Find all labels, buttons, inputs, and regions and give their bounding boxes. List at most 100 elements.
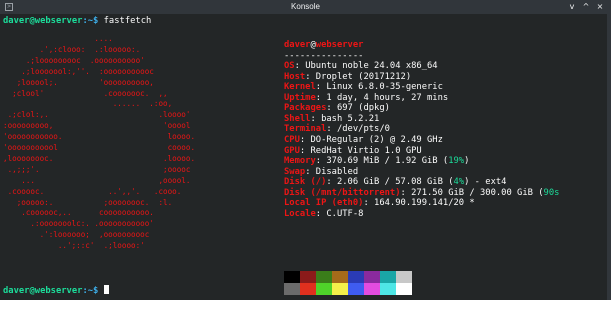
logo-line: ,loooooooc. .loooo. bbox=[3, 153, 196, 163]
logo-line: .':loooooo; ,oooooooooc bbox=[3, 230, 150, 240]
info-value: Disabled bbox=[315, 166, 359, 177]
color-swatch bbox=[396, 271, 412, 283]
info-key: Packages bbox=[284, 103, 327, 114]
info-line: Disk (/mnt/bittorrent): 271.50 GiB / 300… bbox=[284, 187, 560, 198]
prompt-path: :~$ bbox=[82, 16, 99, 26]
info-key: Locale bbox=[284, 208, 316, 219]
konsole-window: > Konsole v ^ × daver@webserver:~$ fastf… bbox=[0, 0, 611, 300]
logo-line: .cooooc. ..',,'. .cooo. bbox=[3, 186, 182, 196]
info-key: Terminal bbox=[284, 124, 327, 135]
logo-line: .;looooool:,''. :ooooooooooc bbox=[3, 66, 154, 76]
logo-line: 'ooooooooool coooo. bbox=[3, 143, 196, 152]
color-swatch bbox=[316, 271, 332, 283]
color-swatch bbox=[300, 271, 316, 283]
info-key: Host bbox=[284, 71, 306, 82]
minimize-button[interactable]: v bbox=[566, 0, 578, 14]
scrollbar[interactable] bbox=[607, 14, 611, 300]
prompt-user-host: daver@webserver bbox=[3, 286, 83, 296]
color-swatch bbox=[300, 283, 316, 295]
info-key: Shell bbox=[284, 113, 311, 124]
info-key: Local IP (eth0) bbox=[284, 198, 364, 209]
info-line: Uptime: 1 day, 4 hours, 27 mins bbox=[284, 92, 449, 103]
info-value: Droplet (20171212) bbox=[315, 71, 412, 82]
info-value: 1 day, 4 hours, 27 mins bbox=[326, 92, 449, 103]
logo-line: 'ooooooooooo. loooo. bbox=[3, 132, 196, 142]
info-line: Locale: C.UTF-8 bbox=[284, 208, 364, 219]
logo-line: ...... .:oo, bbox=[3, 99, 173, 109]
logo-line: ... ,ooool. bbox=[3, 175, 191, 185]
color-swatch bbox=[364, 271, 380, 283]
maximize-button[interactable]: ^ bbox=[580, 0, 592, 14]
close-button[interactable]: × bbox=[594, 0, 606, 14]
info-key: Kernel bbox=[284, 82, 316, 93]
info-value: DO-Regular (2) @ 2.49 GHz bbox=[310, 134, 443, 145]
info-value: 697 (dpkg) bbox=[336, 103, 390, 114]
prompt-path: :~$ bbox=[82, 286, 99, 296]
info-line: GPU: RedHat Virtio 1.0 GPU bbox=[284, 145, 422, 156]
color-swatch bbox=[380, 283, 396, 295]
logo-line: :ooooooooo, 'ooool bbox=[3, 121, 191, 131]
color-swatch bbox=[396, 283, 412, 295]
color-palette-bright bbox=[284, 283, 412, 295]
terminal-area[interactable]: daver@webserver:~$ fastfetch .... .',:cl… bbox=[0, 14, 611, 300]
color-swatch bbox=[348, 271, 364, 283]
info-line: Memory: 370.69 MiB / 1.92 GiB (19%) bbox=[284, 156, 470, 167]
info-line: Host: Droplet (20171212) bbox=[284, 71, 412, 82]
info-value: Linux 6.8.0-35-generic bbox=[326, 82, 443, 93]
info-key: Disk (/) bbox=[284, 177, 327, 188]
info-host: webserver bbox=[315, 40, 364, 50]
info-line: OS: Ubuntu noble 24.04 x86_64 bbox=[284, 61, 438, 72]
logo-line: .',:clooo: .:looooo:. bbox=[3, 44, 141, 54]
info-value: RedHat Virtio 1.0 GPU bbox=[310, 145, 422, 156]
logo-line: ;ooooo:. ;oooooooc. :l. bbox=[3, 197, 173, 207]
info-value: 271.50 GiB / 300.00 GiB bbox=[411, 187, 533, 198]
command-text: fastfetch bbox=[103, 16, 152, 26]
color-swatch bbox=[332, 283, 348, 295]
logo-line: .... bbox=[3, 34, 113, 43]
color-palette-normal bbox=[284, 271, 412, 283]
info-key: CPU bbox=[284, 134, 300, 145]
info-key: Uptime bbox=[284, 92, 316, 103]
info-separator: --------------- bbox=[284, 50, 364, 61]
color-swatch bbox=[284, 283, 300, 295]
info-key: OS bbox=[284, 61, 295, 72]
info-line: Packages: 697 (dpkg) bbox=[284, 103, 390, 114]
info-value: C.UTF-8 bbox=[326, 208, 364, 219]
color-swatch bbox=[332, 271, 348, 283]
info-key: Swap bbox=[284, 166, 306, 177]
color-swatch bbox=[364, 283, 380, 295]
prompt-line: daver@webserver:~$ fastfetch bbox=[3, 16, 151, 27]
info-value: 2.06 GiB / 57.08 GiB bbox=[336, 177, 443, 188]
color-swatch bbox=[380, 271, 396, 283]
logo-line: ;clool' .cooooooc. ,, bbox=[3, 88, 168, 98]
info-key: Memory bbox=[284, 156, 316, 167]
info-percent: 19% bbox=[448, 156, 465, 167]
title-bar[interactable]: > Konsole v ^ × bbox=[0, 0, 611, 14]
color-swatch bbox=[348, 283, 364, 295]
info-key: Disk (/mnt/bittorrent) bbox=[284, 187, 401, 198]
logo-line: .;looooooooc .oooooooooo' bbox=[3, 55, 145, 65]
info-percent: 90s bbox=[543, 187, 560, 198]
color-swatch bbox=[316, 283, 332, 295]
info-percent: 4% bbox=[453, 177, 465, 188]
text-cursor bbox=[103, 285, 109, 294]
info-suffix: - ext4 bbox=[469, 177, 507, 188]
info-line: Kernel: Linux 6.8.0-35-generic bbox=[284, 82, 443, 93]
info-header: daver@webserver bbox=[284, 40, 363, 51]
logo-line: .,;;;'. ;ooooc bbox=[3, 164, 191, 174]
color-swatch bbox=[284, 271, 300, 283]
info-line: CPU: DO-Regular (2) @ 2.49 GHz bbox=[284, 134, 443, 145]
prompt-line-current: daver@webserver:~$ bbox=[3, 285, 109, 297]
window-title: Konsole bbox=[291, 2, 320, 11]
info-line: Disk (/): 2.06 GiB / 57.08 GiB (4%) - ex… bbox=[284, 177, 507, 188]
logo-line: .:ooooooolc:. .ooooooooooo' bbox=[3, 219, 154, 229]
info-value: 370.69 MiB / 1.92 GiB bbox=[326, 156, 438, 167]
logo-line: .coooooc,.. coooooooooo. bbox=[3, 208, 154, 218]
info-value: 164.90.199.141/20 * bbox=[374, 198, 475, 209]
logo-line: ..';::c' .;loooo:' bbox=[3, 241, 145, 251]
info-user: daver bbox=[284, 40, 311, 50]
info-value: Ubuntu noble 24.04 x86_64 bbox=[305, 61, 438, 72]
logo-line: ;looool;. 'oooooooooo, bbox=[3, 77, 154, 87]
info-key: GPU bbox=[284, 145, 300, 156]
logo-line: .;clol:,. .loooo' bbox=[3, 110, 191, 120]
